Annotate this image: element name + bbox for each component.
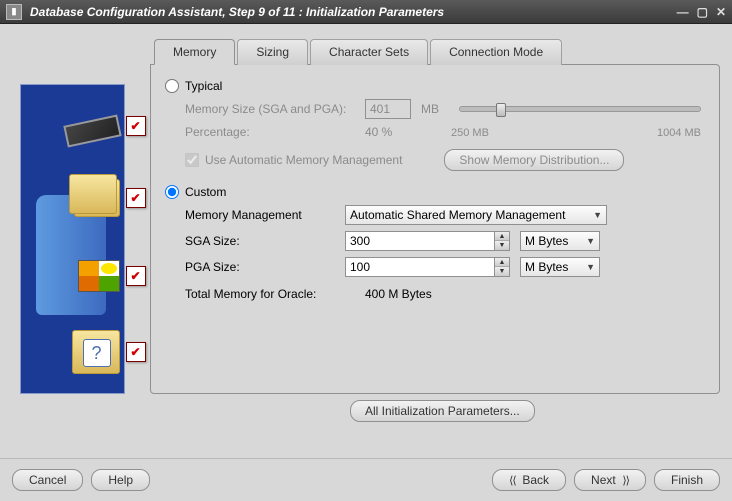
step-check-icon: ✔: [126, 116, 146, 136]
sga-unit-value: M Bytes: [525, 234, 568, 248]
show-memory-distribution-button: Show Memory Distribution...: [444, 149, 624, 171]
memory-size-field: [365, 99, 411, 119]
close-icon[interactable]: ✕: [716, 5, 726, 19]
chip-icon: [63, 115, 121, 148]
custom-label: Custom: [185, 185, 226, 199]
back-button-label: Back: [522, 473, 549, 487]
tab-character-sets[interactable]: Character Sets: [310, 39, 428, 65]
folders-icon: [74, 179, 120, 217]
percentage-label: Percentage:: [185, 125, 355, 139]
cancel-button[interactable]: Cancel: [12, 469, 83, 491]
help-button[interactable]: Help: [91, 469, 150, 491]
typical-label: Typical: [185, 79, 222, 93]
memory-management-value: Automatic Shared Memory Management: [350, 208, 565, 222]
step-check-icon: ✔: [126, 266, 146, 286]
total-memory-value: 400 M Bytes: [365, 287, 432, 301]
sga-size-stepper[interactable]: ▲▼: [495, 231, 510, 251]
wizard-footer: Cancel Help ⟨⟨ Back Next ⟩⟩ Finish: [0, 458, 732, 501]
finish-button[interactable]: Finish: [654, 469, 720, 491]
back-button[interactable]: ⟨⟨ Back: [492, 469, 566, 491]
memory-management-label: Memory Management: [185, 208, 335, 222]
tab-body-memory: Typical Memory Size (SGA and PGA): MB: [150, 64, 720, 394]
next-button[interactable]: Next ⟩⟩: [574, 469, 646, 491]
typical-radio[interactable]: [165, 79, 179, 93]
slider-min-label: 250 MB: [451, 127, 489, 139]
app-icon: ▮: [6, 4, 22, 20]
memory-size-slider: [459, 106, 701, 112]
wizard-steps-graphic: ✔ ✔ ✔ ✔: [12, 38, 132, 454]
slider-max-label: 1004 MB: [657, 127, 701, 139]
sga-unit-combo[interactable]: M Bytes ▼: [520, 231, 600, 251]
chevron-down-icon: ▼: [586, 262, 595, 272]
custom-radio[interactable]: [165, 185, 179, 199]
window-titlebar: ▮ Database Configuration Assistant, Step…: [0, 0, 732, 24]
tab-connection-mode[interactable]: Connection Mode: [430, 39, 562, 65]
window-title: Database Configuration Assistant, Step 9…: [30, 5, 677, 19]
tab-memory[interactable]: Memory: [154, 39, 235, 65]
client-area: ✔ ✔ ✔ ✔ Memory: [0, 24, 732, 501]
all-initialization-parameters-button[interactable]: All Initialization Parameters...: [350, 400, 535, 422]
step-check-icon: ✔: [126, 188, 146, 208]
tab-sizing[interactable]: Sizing: [237, 39, 308, 65]
pga-size-field[interactable]: [345, 257, 495, 277]
sga-size-label: SGA Size:: [185, 234, 335, 248]
auto-memory-label: Use Automatic Memory Management: [205, 153, 402, 167]
memory-size-unit: MB: [421, 102, 439, 116]
minimize-icon[interactable]: —: [677, 5, 689, 19]
maximize-icon[interactable]: ▢: [697, 5, 708, 19]
chevron-down-icon: ▼: [593, 210, 602, 220]
step-check-icon: ✔: [126, 342, 146, 362]
percentage-value: 40 %: [365, 125, 411, 139]
pga-unit-combo[interactable]: M Bytes ▼: [520, 257, 600, 277]
memory-size-label: Memory Size (SGA and PGA):: [185, 102, 355, 116]
tabs: Memory Sizing Character Sets Connection …: [154, 38, 720, 64]
memory-management-combo[interactable]: Automatic Shared Memory Management ▼: [345, 205, 607, 225]
auto-memory-checkbox: [185, 153, 199, 167]
chevron-down-icon: ▼: [586, 236, 595, 246]
shapes-icon: [78, 260, 120, 292]
next-button-label: Next: [591, 473, 616, 487]
pga-unit-value: M Bytes: [525, 260, 568, 274]
total-memory-label: Total Memory for Oracle:: [185, 287, 355, 301]
chevron-left-icon: ⟨⟨: [509, 475, 516, 487]
question-folder-icon: [72, 330, 120, 374]
sga-size-field[interactable]: [345, 231, 495, 251]
pga-size-label: PGA Size:: [185, 260, 335, 274]
chevron-right-icon: ⟩⟩: [622, 475, 629, 487]
pga-size-stepper[interactable]: ▲▼: [495, 257, 510, 277]
